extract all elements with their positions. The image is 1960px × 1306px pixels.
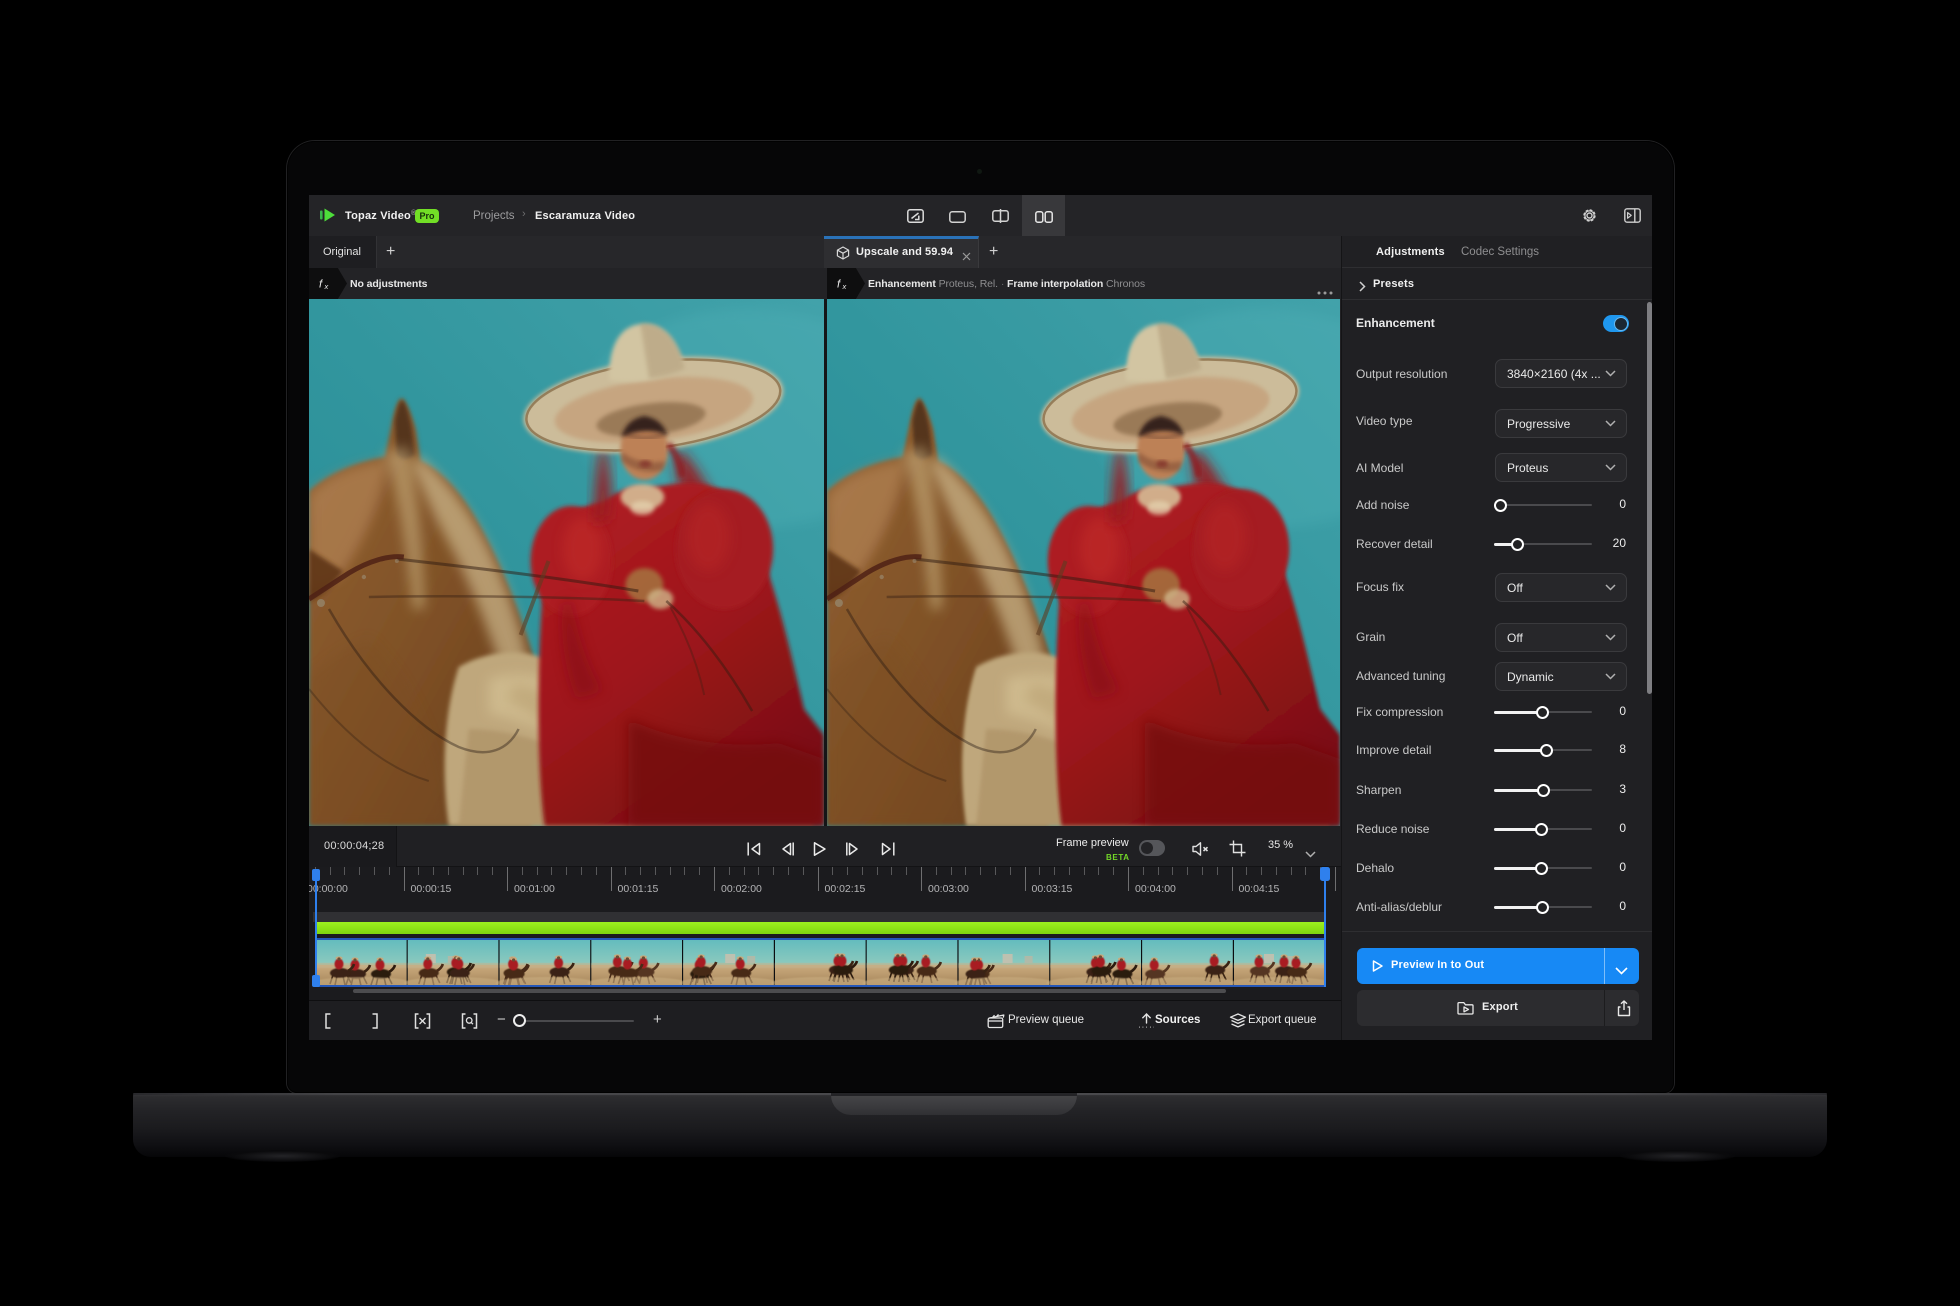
svg-text:f: f xyxy=(837,279,841,291)
svg-text:f: f xyxy=(319,279,323,291)
svg-text:x: x xyxy=(324,282,329,291)
svg-text:x: x xyxy=(842,282,847,291)
